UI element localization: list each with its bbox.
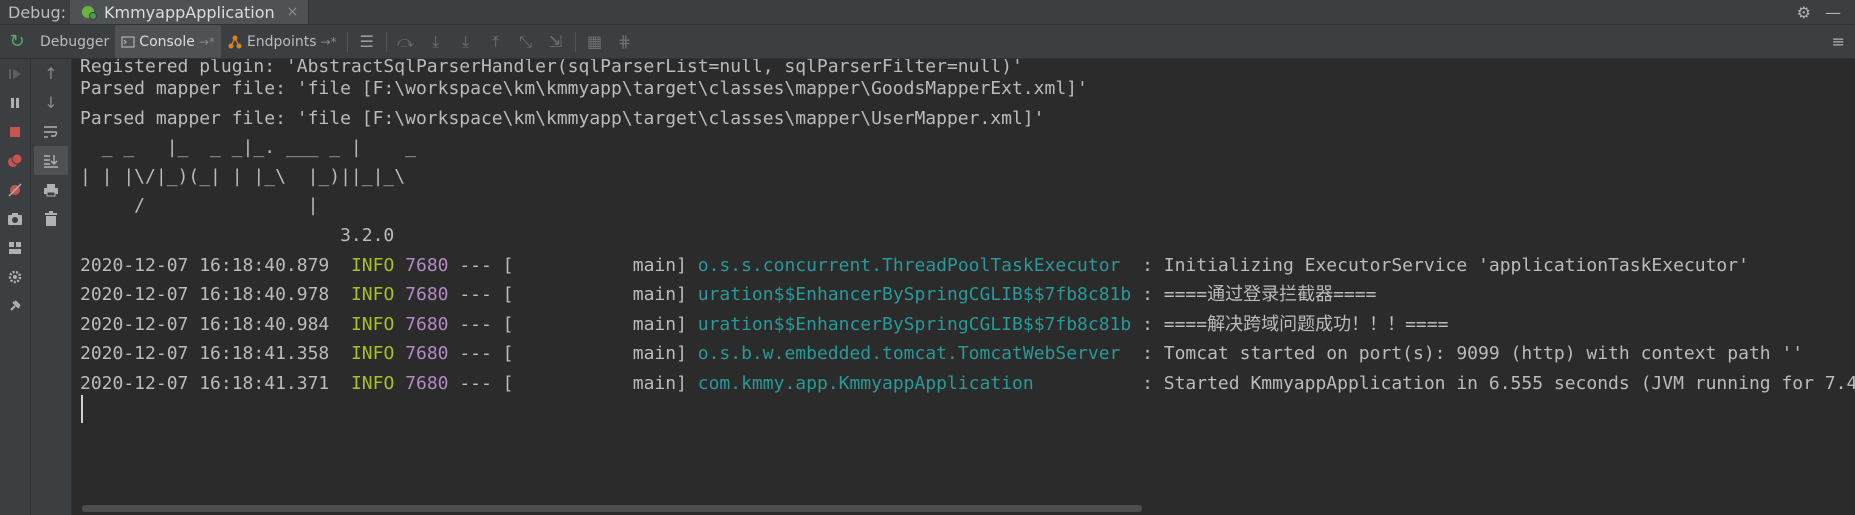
log-row: 2020-12-07 16:18:41.371 INFO 7680 --- [ … — [80, 369, 1855, 398]
tab-endpoints[interactable]: Endpoints →* — [221, 25, 343, 58]
log-thread: --- [ main] — [448, 373, 698, 394]
log-thread: --- [ main] — [448, 343, 698, 364]
camera-icon[interactable] — [0, 204, 30, 233]
log-message: : Tomcat started on port(s): 9099 (http)… — [1131, 343, 1804, 364]
soft-wrap-icon[interactable] — [34, 117, 68, 146]
debug-actions-bar — [0, 59, 31, 515]
log-message: : Started KmmyappApplication in 6.555 se… — [1131, 373, 1855, 394]
pin-icon[interactable]: →* — [321, 35, 337, 49]
tab-title: KmmyappApplication — [104, 2, 275, 22]
log-pid: 7680 — [405, 343, 449, 364]
drop-frame-icon[interactable]: ⤡ — [511, 32, 541, 52]
stop-icon[interactable] — [0, 117, 30, 146]
log-timestamp: 2020-12-07 16:18:40.978 — [80, 284, 330, 305]
tab-debugger-label: Debugger — [40, 33, 110, 50]
log-message: : ====解决跨域问题成功！！！==== — [1131, 314, 1449, 335]
menu-icon[interactable]: ≡ — [1832, 32, 1845, 51]
debug-titlebar: Debug: KmmyappApplication × ⚙ — — [0, 0, 1855, 25]
horizontal-scrollbar[interactable] — [82, 502, 1855, 515]
print-icon[interactable] — [34, 175, 68, 204]
scroll-to-end-icon[interactable] — [34, 146, 68, 175]
log-logger[interactable]: com.kmmy.app.KmmyappApplication — [698, 373, 1131, 394]
mute-breakpoints-icon[interactable] — [0, 175, 30, 204]
pin-icon[interactable]: →* — [199, 35, 215, 49]
log-level: INFO — [350, 284, 395, 305]
layout-icon[interactable] — [0, 233, 30, 262]
trash-icon[interactable] — [34, 204, 68, 233]
log-timestamp: 2020-12-07 16:18:40.879 — [80, 255, 330, 276]
log-message: : ====通过登录拦截器==== — [1131, 284, 1377, 305]
show-execution-point-icon[interactable]: ☰ — [352, 32, 382, 51]
debug-toolbar: ↻ Debugger Console →* Endpoints →* ☰ ⤼ ⤓… — [0, 25, 1855, 59]
pause-icon[interactable] — [0, 88, 30, 117]
log-timestamp: 2020-12-07 16:18:41.358 — [80, 343, 330, 364]
log-thread: --- [ main] — [448, 314, 698, 335]
toolbar-divider — [574, 31, 576, 52]
log-timestamp: 2020-12-07 16:18:40.984 — [80, 314, 330, 335]
log-pid: 7680 — [405, 255, 449, 276]
tab-console[interactable]: Console →* — [115, 25, 221, 58]
toolbar-divider — [346, 31, 348, 52]
tab-kmmyapp-application[interactable]: KmmyappApplication × — [70, 0, 310, 24]
down-arrow-icon[interactable]: ↓ — [34, 88, 68, 117]
banner-line: _ _ |_ _ _|_. ___ _ | _ — [80, 137, 416, 158]
log-logger[interactable]: o.s.b.w.embedded.tomcat.TomcatWebServer — [698, 343, 1131, 364]
settings-icon[interactable] — [0, 262, 30, 291]
log-row: 2020-12-07 16:18:41.358 INFO 7680 --- [ … — [80, 339, 1803, 368]
log-pid: 7680 — [405, 373, 449, 394]
step-out-icon[interactable]: ⤒ — [481, 32, 511, 52]
console-output[interactable]: Registered plugin: 'AbstractSqlParserHan… — [72, 59, 1855, 501]
run-to-cursor-icon[interactable]: ⇲ — [541, 32, 571, 51]
up-arrow-icon[interactable]: ↑ — [34, 59, 68, 88]
tab-console-label: Console — [139, 33, 195, 50]
log-logger[interactable]: uration$$EnhancerBySpringCGLIB$$7fb8c81b — [698, 314, 1131, 335]
console-line: Parsed mapper file: 'file [F:\workspace\… — [80, 78, 1088, 99]
step-over-icon[interactable]: ⤼ — [391, 32, 421, 52]
rerun-icon[interactable]: ↻ — [0, 31, 34, 52]
log-level: INFO — [350, 373, 395, 394]
console-line: Parsed mapper file: 'file [F:\workspace\… — [80, 108, 1045, 129]
log-level: INFO — [350, 314, 395, 335]
toolbar-divider — [385, 31, 387, 52]
force-step-into-icon[interactable]: ⤓ — [451, 32, 481, 52]
log-row: 2020-12-07 16:18:40.984 INFO 7680 --- [ … — [80, 310, 1448, 339]
log-row: 2020-12-07 16:18:40.879 INFO 7680 --- [ … — [80, 251, 1749, 280]
log-logger[interactable]: o.s.s.concurrent.ThreadPoolTaskExecutor — [698, 255, 1131, 276]
spring-bug-icon — [82, 6, 97, 20]
log-pid: 7680 — [405, 314, 449, 335]
log-level: INFO — [350, 343, 395, 364]
log-pid: 7680 — [405, 284, 449, 305]
view-breakpoints-icon[interactable] — [0, 146, 30, 175]
tab-endpoints-label: Endpoints — [246, 33, 317, 50]
log-thread: --- [ main] — [448, 284, 698, 305]
evaluate-expression-icon[interactable]: ▦ — [580, 32, 610, 51]
trace-stream-icon[interactable]: ⋕ — [610, 32, 640, 51]
log-row: 2020-12-07 16:18:40.978 INFO 7680 --- [ … — [80, 280, 1376, 309]
banner-line: / | — [80, 195, 319, 216]
console-icon — [121, 35, 135, 48]
scrollbar-thumb[interactable] — [82, 505, 1142, 512]
log-timestamp: 2020-12-07 16:18:41.371 — [80, 373, 330, 394]
log-thread: --- [ main] — [448, 255, 698, 276]
gear-icon[interactable]: ⚙ — [1797, 3, 1811, 22]
log-logger[interactable]: uration$$EnhancerBySpringCGLIB$$7fb8c81b — [698, 284, 1131, 305]
endpoints-icon — [228, 35, 242, 48]
banner-version: 3.2.0 — [80, 225, 395, 246]
resume-icon[interactable] — [0, 59, 30, 88]
debug-label: Debug: — [8, 2, 67, 22]
pin-tab-icon[interactable] — [0, 291, 30, 320]
console-actions-bar: ↑ ↓ — [31, 59, 72, 515]
tab-debugger[interactable]: Debugger — [34, 25, 115, 58]
log-level: INFO — [350, 255, 395, 276]
step-into-icon[interactable]: ⤓ — [421, 32, 451, 52]
minimize-icon[interactable]: — — [1825, 3, 1841, 22]
banner-line: | | |\/|_)(_| | |_\ |_)||_|_\ — [80, 166, 406, 187]
log-message: : Initializing ExecutorService 'applicat… — [1131, 255, 1749, 276]
text-caret — [81, 395, 83, 423]
close-icon[interactable]: × — [287, 4, 299, 20]
